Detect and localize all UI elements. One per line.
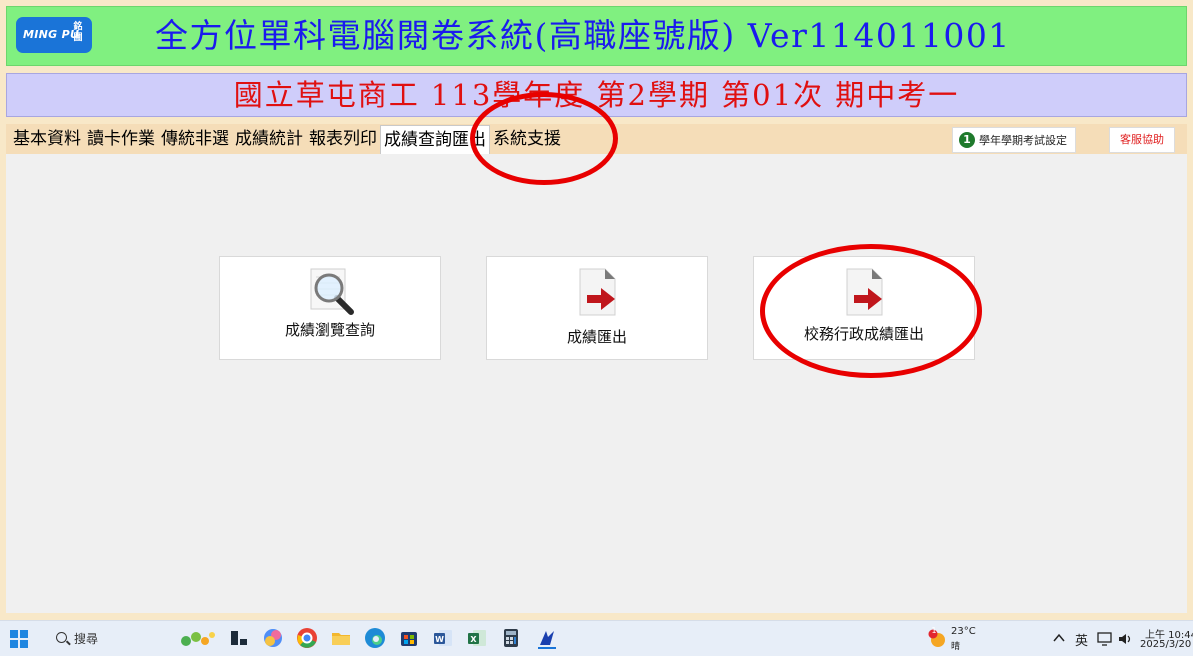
school-term-title: 國立草屯商工 113學年度 第2學期 第01次 期中考一: [233, 78, 960, 112]
task-view-icon[interactable]: [228, 627, 250, 649]
speaker-icon[interactable]: [1117, 631, 1133, 647]
network-icon[interactable]: [1097, 631, 1113, 647]
tab-score-statistics[interactable]: 成績統計: [232, 124, 306, 154]
store-icon[interactable]: [398, 627, 420, 649]
calculator-icon[interactable]: [500, 627, 522, 649]
word-icon[interactable]: W: [432, 627, 454, 649]
grading-app-icon[interactable]: [536, 627, 558, 649]
document-export-icon: [579, 268, 616, 316]
tab-basic-data[interactable]: 基本資料: [10, 124, 84, 154]
magnifier-document-icon: [310, 268, 354, 315]
menu-strip: 基本資料 讀卡作業 傳統非選 成績統計 報表列印 成績查詢匯出 系統支援 1 學…: [6, 124, 1187, 155]
ime-indicator[interactable]: 英: [1075, 630, 1088, 649]
term-setting-button[interactable]: 1 學年學期考試設定: [952, 127, 1076, 153]
tab-traditional-non-choice[interactable]: 傳統非選: [158, 124, 232, 154]
tab-report-print[interactable]: 報表列印: [306, 124, 380, 154]
content-area: 成績瀏覽查詢 成績匯出 校務行政成績匯出: [6, 154, 1187, 613]
windows-taskbar: 搜尋 W X 1 23°C 晴 英 上午 10:44 2025/3/20: [0, 620, 1193, 656]
svg-text:X: X: [470, 635, 477, 644]
weather-badge: 1: [931, 626, 937, 635]
widgets-flower-icon[interactable]: [178, 627, 218, 649]
customer-support-button[interactable]: 客服協助: [1109, 127, 1175, 153]
school-admin-score-export-button[interactable]: 校務行政成績匯出: [753, 256, 975, 360]
tab-system-support[interactable]: 系統支援: [490, 124, 564, 154]
ming-pu-logo: MING PU 銘圃: [16, 17, 92, 53]
weather-description: 晴: [951, 642, 961, 652]
chrome-icon[interactable]: [296, 627, 318, 649]
chevron-up-icon[interactable]: [1052, 631, 1066, 645]
excel-icon[interactable]: X: [466, 627, 488, 649]
tab-score-query-export[interactable]: 成績查詢匯出: [380, 125, 490, 155]
score-browse-query-button[interactable]: 成績瀏覽查詢: [219, 256, 441, 360]
copilot-icon[interactable]: [262, 627, 284, 649]
logo-mark: 銘圃: [73, 22, 83, 43]
weather-temperature: 23°C: [951, 626, 976, 637]
tab-card-reading[interactable]: 讀卡作業: [84, 124, 158, 154]
search-icon: [56, 632, 67, 643]
card-label: 校務行政成績匯出: [803, 325, 924, 343]
app-window: MING PU 銘圃 全方位單科電腦閱卷系統(高職座號版) Ver1140110…: [0, 0, 1193, 620]
svg-text:W: W: [435, 635, 444, 644]
term-setting-label: 學年學期考試設定: [979, 134, 1067, 147]
term-number-icon: 1: [959, 132, 975, 148]
file-explorer-icon[interactable]: [330, 627, 352, 649]
menu-tabs: 基本資料 讀卡作業 傳統非選 成績統計 報表列印 成績查詢匯出 系統支援: [10, 124, 564, 155]
edge-icon[interactable]: [364, 627, 386, 649]
clock-date[interactable]: 2025/3/20: [1140, 639, 1191, 650]
windows-start-icon[interactable]: [10, 630, 28, 648]
card-label: 成績瀏覽查詢: [284, 321, 375, 339]
title-bar: MING PU 銘圃 全方位單科電腦閱卷系統(高職座號版) Ver1140110…: [6, 6, 1187, 66]
search-placeholder: 搜尋: [74, 632, 99, 646]
document-export-icon: [846, 268, 883, 316]
app-title: 全方位單科電腦閱卷系統(高職座號版) Ver114011001: [155, 16, 1011, 55]
score-export-button[interactable]: 成績匯出: [486, 256, 708, 360]
school-banner: 國立草屯商工 113學年度 第2學期 第01次 期中考一: [6, 73, 1187, 117]
card-label: 成績匯出: [566, 328, 627, 346]
taskbar-search[interactable]: 搜尋: [44, 627, 168, 651]
